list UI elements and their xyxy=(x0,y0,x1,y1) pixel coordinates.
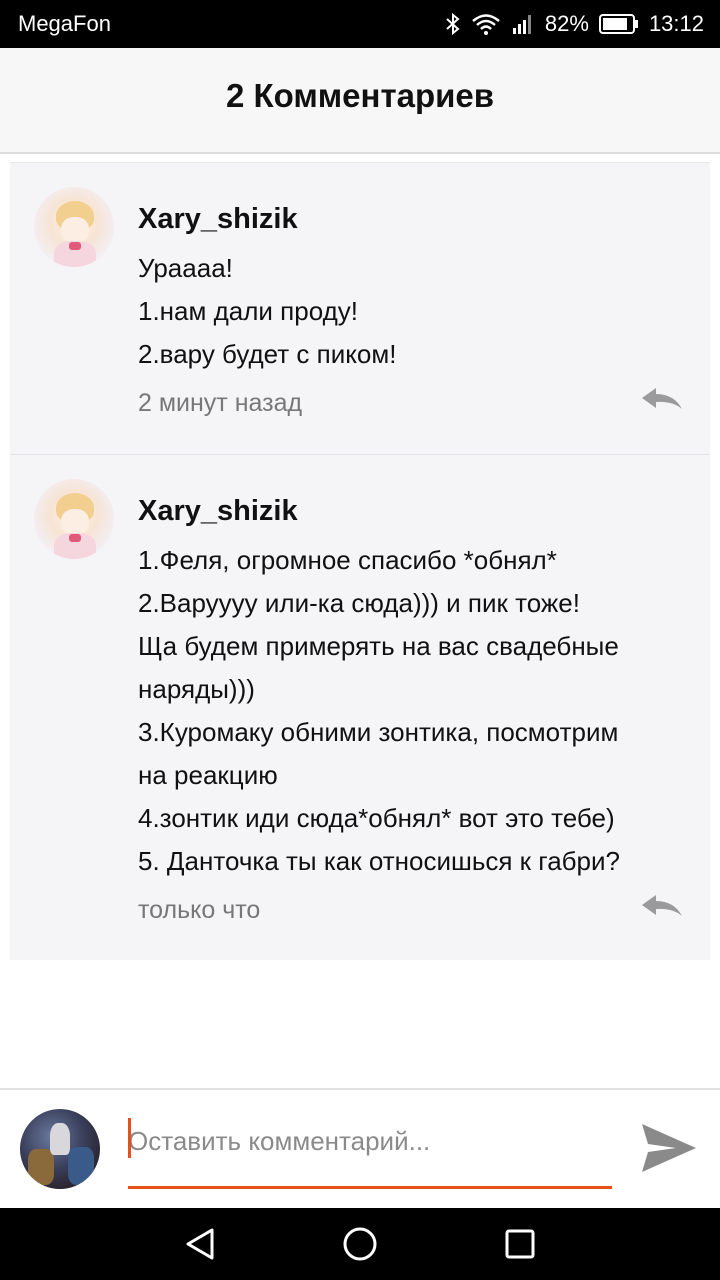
page-title: 2 Комментариев xyxy=(225,77,495,114)
comment-author[interactable]: Xary_shizik xyxy=(138,491,670,531)
text-caret xyxy=(128,1118,131,1158)
comment-timestamp: только что xyxy=(138,895,261,924)
comment-item: Xary_shizik 1.Феля, огромное спасибо *об… xyxy=(10,454,710,960)
comment-input-bar xyxy=(0,1088,720,1208)
comment-text-line: 2.Варуууу или-ка сюда))) и пик тоже! xyxy=(138,588,580,618)
user-avatar[interactable] xyxy=(20,1109,100,1189)
status-bar: MegaFon 82% 13:12 xyxy=(0,0,720,48)
send-button[interactable] xyxy=(638,1120,700,1176)
comment-text-line: Ща будем примерять на вас свадебные xyxy=(138,631,619,661)
reply-button[interactable] xyxy=(640,387,682,420)
battery-icon xyxy=(598,13,639,35)
nav-recent-button[interactable] xyxy=(502,1226,538,1262)
reply-arrow-icon xyxy=(642,387,682,409)
input-underline xyxy=(128,1186,612,1189)
comment-text-line: 4.зонтик иди сюда*обнял* вот это тебе) xyxy=(138,803,615,833)
status-icons: 82% 13:12 xyxy=(445,11,704,37)
comment-item: Xary_shizik Ураааа! 1.нам дали проду! 2.… xyxy=(10,162,710,454)
nav-back-icon xyxy=(186,1228,214,1260)
comment-text-line: 3.Куромаку обними зонтика, посмотрим xyxy=(138,717,619,747)
comment-timestamp: 2 минут назад xyxy=(138,388,303,417)
comment-author[interactable]: Xary_shizik xyxy=(138,199,670,239)
nav-home-icon xyxy=(343,1227,377,1261)
comment-text-line: 1.нам дали проду! xyxy=(138,296,358,326)
system-nav-bar xyxy=(0,1208,720,1280)
clock: 13:12 xyxy=(648,11,704,36)
send-icon xyxy=(642,1124,696,1172)
comment-text-line: 1.Феля, огромное спасибо *обнял* xyxy=(138,545,557,575)
battery-percent: 82% xyxy=(544,11,589,36)
comments-header: 2 Комментариев xyxy=(0,48,720,154)
avatar[interactable] xyxy=(34,479,114,559)
avatar[interactable] xyxy=(34,187,114,267)
bluetooth-icon xyxy=(445,12,461,36)
signal-icon xyxy=(511,12,535,36)
comment-text-line: наряды))) xyxy=(138,674,255,704)
nav-recent-icon xyxy=(505,1229,535,1259)
carrier-name: MegaFon xyxy=(18,11,111,36)
comment-input[interactable] xyxy=(128,1120,612,1162)
reply-button[interactable] xyxy=(640,894,682,927)
comment-list: Xary_shizik Ураааа! 1.нам дали проду! 2.… xyxy=(10,162,710,960)
comment-text-line: на реакцию xyxy=(138,760,278,790)
nav-back-button[interactable] xyxy=(182,1226,218,1262)
comment-text-line: Ураааа! xyxy=(138,253,233,283)
nav-home-button[interactable] xyxy=(342,1226,378,1262)
comment-text-line: 2.вару будет с пиком! xyxy=(138,339,397,369)
wifi-icon xyxy=(471,12,501,36)
reply-arrow-icon xyxy=(642,894,682,916)
comment-text-line: 5. Данточка ты как относишься к габри? xyxy=(138,846,620,876)
